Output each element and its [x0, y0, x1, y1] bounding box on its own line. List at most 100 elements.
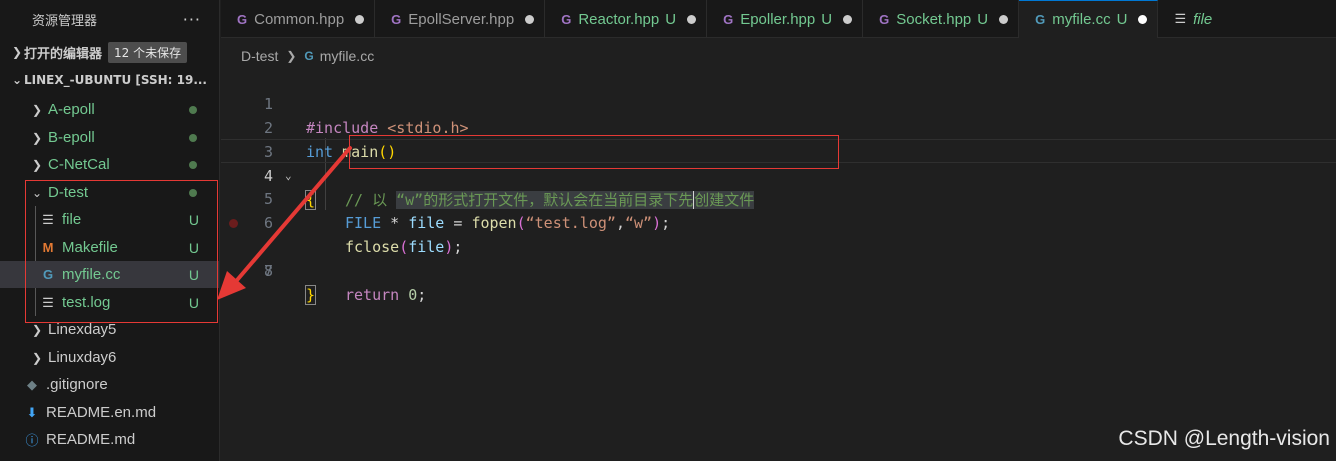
tree-folder-c-netcal[interactable]: ❯ C-NetCal	[0, 151, 219, 178]
csdn-watermark: CSDN @Length-vision	[1118, 427, 1330, 450]
code-line[interactable]: 8 }	[221, 235, 1336, 305]
cpp-file-icon: G	[391, 11, 402, 27]
explorer-sidebar: 资源管理器 ··· ❯ 打开的编辑器 12 个未保存 ⌄ LINEX_-UBUN…	[0, 0, 220, 461]
cpp-file-icon: G	[1035, 12, 1046, 27]
tree-file-file[interactable]: ☰ file U	[0, 206, 219, 233]
tree-item-label: myfile.cc	[62, 266, 121, 283]
untracked-status: U	[821, 10, 833, 28]
line-number: 8	[263, 262, 273, 280]
tree-file-readme-md[interactable]: ⓘ README.md	[0, 426, 219, 453]
tab-label: EpollServer.hpp	[408, 10, 515, 28]
tab-socket-hpp[interactable]: G Socket.hpp U	[863, 0, 1020, 38]
tab-label: file	[1193, 10, 1213, 28]
git-diamond-icon: ◆	[27, 376, 37, 392]
tree-folder-b-epoll[interactable]: ❯ B-epoll	[0, 124, 219, 151]
explorer-title: 资源管理器	[32, 13, 98, 29]
chevron-right-icon: ❯	[11, 45, 23, 59]
tab-label: Reactor.hpp	[578, 10, 660, 28]
info-icon: ⓘ	[25, 433, 39, 448]
chevron-down-icon: ⌄	[31, 185, 43, 200]
untracked-status: U	[188, 266, 199, 283]
tree-item-label: Linuxday6	[48, 349, 117, 366]
cpp-file-icon: G	[304, 49, 314, 63]
tab-myfile-cc[interactable]: G myfile.cc U	[1019, 0, 1159, 38]
text-file-icon: ☰	[42, 211, 54, 227]
chevron-right-icon: ❯	[31, 350, 43, 365]
tree-folder-linexday5[interactable]: ❯ Linexday5	[0, 316, 219, 343]
unsaved-dot-icon[interactable]	[355, 14, 365, 24]
tree-item-label: test.log	[62, 294, 111, 311]
cpp-file-icon: G	[237, 11, 248, 27]
untracked-status: U	[665, 10, 677, 28]
untracked-status: U	[188, 211, 199, 228]
tree-item-label: README.md	[46, 431, 136, 448]
tab-file[interactable]: ☰ file	[1158, 0, 1222, 38]
tree-item-label: README.en.md	[46, 404, 157, 421]
tab-label: Epoller.hpp	[740, 10, 816, 28]
tree-item-label: .gitignore	[46, 376, 108, 393]
modified-dot-icon	[189, 188, 197, 197]
untracked-status: U	[188, 294, 199, 311]
chevron-right-icon: ❯	[31, 130, 43, 145]
unsaved-count-badge: 12 个未保存	[108, 41, 188, 63]
breadcrumb: D-test ❯ G myfile.cc	[241, 46, 374, 66]
open-editors-label: 打开的编辑器	[24, 46, 103, 62]
unsaved-dot-icon[interactable]	[999, 14, 1009, 24]
explorer-header: 资源管理器 ···	[0, 0, 219, 38]
code-line[interactable]: 7 return 0;	[221, 211, 1336, 304]
close-brace: }	[304, 285, 317, 305]
unsaved-dot-icon[interactable]	[1138, 15, 1148, 24]
tree-file-myfile-cc[interactable]: G myfile.cc U	[0, 261, 219, 288]
tree-folder-a-epoll[interactable]: ❯ A-epoll	[0, 96, 219, 123]
workspace-root-label: LINEX_-UBUNTU [SSH: 19...	[24, 73, 207, 87]
breadcrumb-file[interactable]: myfile.cc	[320, 48, 374, 64]
workspace-root[interactable]: ⌄ LINEX_-UBUNTU [SSH: 19...	[0, 66, 219, 94]
tab-label: Socket.hpp	[896, 10, 972, 28]
chevron-right-icon: ❯	[31, 322, 43, 337]
text-file-icon: ☰	[1174, 11, 1187, 26]
tree-file-makefile[interactable]: M Makefile U	[0, 234, 219, 261]
unsaved-dot-icon[interactable]	[687, 14, 697, 24]
tree-file-gitignore[interactable]: ◆ .gitignore	[0, 371, 219, 398]
tree-file-test-log[interactable]: ☰ test.log U	[0, 289, 219, 316]
tree-folder-linuxday6[interactable]: ❯ Linuxday6	[0, 344, 219, 371]
untracked-status: U	[977, 10, 989, 28]
modified-dot-icon	[189, 160, 197, 169]
more-actions-icon[interactable]: ···	[183, 10, 201, 29]
breakpoint-icon[interactable]	[229, 219, 238, 228]
untracked-status: U	[188, 239, 199, 256]
tree-item-label: B-epoll	[48, 129, 95, 146]
chevron-down-icon: ⌄	[11, 73, 23, 87]
makefile-icon: M	[42, 240, 54, 255]
code-line-current[interactable]: 4 // 以 “w”的形式打开文件，默认会在当前目录下先创建文件	[221, 139, 1336, 209]
unsaved-dot-icon[interactable]	[525, 14, 535, 24]
code-line[interactable]: 2 int main()	[221, 92, 1336, 161]
tree-item-label: C-NetCal	[48, 156, 110, 173]
chevron-right-icon: ❯	[31, 157, 43, 172]
cpp-file-icon: G	[879, 11, 890, 27]
tree-file-readme-en-md[interactable]: ⬇ README.en.md	[0, 399, 219, 426]
code-line[interactable]: 3 ⌄ {	[221, 116, 1336, 210]
code-line[interactable]: 1 #include <stdio.h>	[221, 68, 1336, 137]
tab-common-hpp[interactable]: G Common.hpp	[221, 0, 376, 38]
tab-epoller-hpp[interactable]: G Epoller.hpp U	[707, 0, 864, 38]
number: 0	[399, 286, 418, 304]
tab-reactor-hpp[interactable]: G Reactor.hpp U	[545, 0, 708, 38]
code-line[interactable]: 5 FILE * file = fopen(“test.log”,“w”);	[221, 163, 1336, 232]
cpp-file-icon: G	[561, 11, 572, 27]
open-editors-section[interactable]: ❯ 打开的编辑器 12 个未保存	[0, 38, 219, 66]
text-file-icon: ☰	[42, 294, 54, 310]
code-editor[interactable]: 1 #include <stdio.h> 2 int main() 3 ⌄ { …	[221, 66, 1336, 461]
tab-epollserver-hpp[interactable]: G EpollServer.hpp	[375, 0, 546, 38]
tab-label: Common.hpp	[254, 10, 345, 28]
tree-folder-d-test[interactable]: ⌄ D-test	[0, 179, 219, 206]
chevron-right-icon: ❯	[31, 102, 43, 117]
editor-tab-bar: G Common.hpp G EpollServer.hpp G Reactor…	[221, 0, 1336, 38]
breadcrumb-folder[interactable]: D-test	[241, 48, 278, 64]
chevron-right-icon: ❯	[286, 49, 297, 63]
tree-item-label: Makefile	[62, 239, 118, 256]
unsaved-dot-icon[interactable]	[843, 14, 853, 24]
code-line[interactable]: 6 fclose(file);	[221, 187, 1336, 256]
cpp-file-icon: G	[723, 11, 734, 27]
tree-item-label: A-epoll	[48, 101, 95, 118]
